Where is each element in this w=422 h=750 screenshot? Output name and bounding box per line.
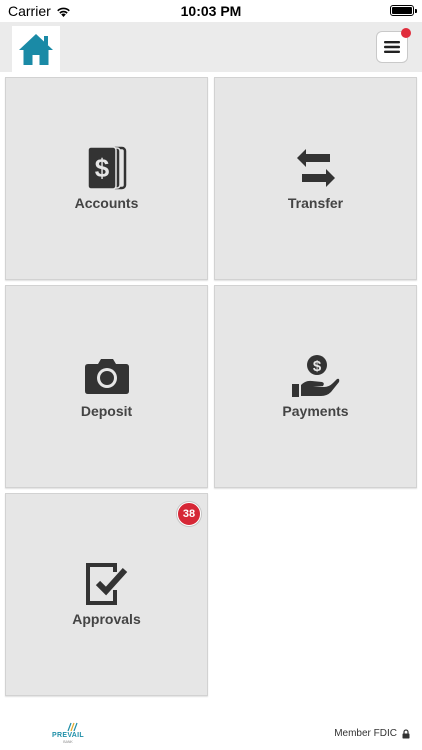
camera-icon	[84, 359, 129, 394]
notification-dot	[401, 28, 411, 38]
status-time: 10:03 PM	[180, 3, 242, 19]
tile-accounts[interactable]: $ Accounts	[5, 77, 208, 280]
fdic-label: Member FDIC	[334, 728, 397, 739]
tile-label: Payments	[282, 403, 349, 419]
checklist-icon	[85, 563, 127, 605]
tile-payments[interactable]: $ Payments	[214, 285, 417, 488]
svg-text:$: $	[94, 153, 109, 183]
tile-transfer[interactable]: Transfer	[214, 77, 417, 280]
status-bar: Carrier 10:03 PM	[0, 0, 422, 22]
svg-text:$: $	[312, 358, 321, 375]
approvals-count-badge: 38	[177, 502, 201, 526]
bank-logo: PREVAIL BANK	[48, 722, 88, 746]
member-fdic: Member FDIC	[334, 728, 410, 739]
hamburger-menu-icon	[384, 41, 400, 53]
lock-icon	[402, 728, 410, 738]
home-button[interactable]	[12, 26, 60, 72]
home-icon	[19, 34, 53, 65]
hand-dollar-coin-icon: $	[291, 355, 339, 397]
nav-bar	[0, 22, 422, 72]
tile-deposit[interactable]: Deposit	[5, 285, 208, 488]
tile-label: Approvals	[72, 611, 141, 627]
tile-label: Deposit	[80, 403, 133, 419]
logo-name: PREVAIL	[52, 732, 84, 739]
dollar-bills-icon: $	[86, 146, 126, 190]
menu-button[interactable]	[376, 28, 411, 63]
battery-icon	[390, 5, 417, 16]
tile-approvals[interactable]: 38 Approvals	[5, 493, 208, 696]
logo-subtitle: BANK	[63, 740, 73, 744]
transfer-arrows-icon	[296, 149, 335, 187]
tile-label: Transfer	[287, 195, 344, 211]
logo-stripes-icon	[67, 722, 78, 732]
tile-label: Accounts	[74, 195, 139, 211]
